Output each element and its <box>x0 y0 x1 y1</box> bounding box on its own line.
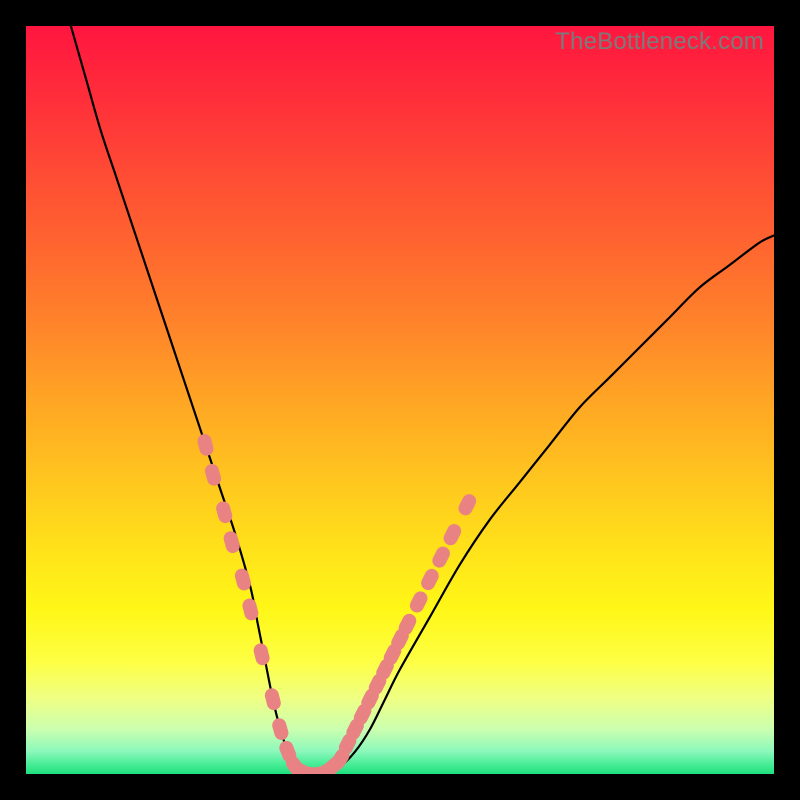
watermark-text: TheBottleneck.com <box>555 28 764 56</box>
chart-plot <box>26 26 774 774</box>
chart-background <box>26 26 774 774</box>
chart-frame: TheBottleneck.com <box>26 26 774 774</box>
